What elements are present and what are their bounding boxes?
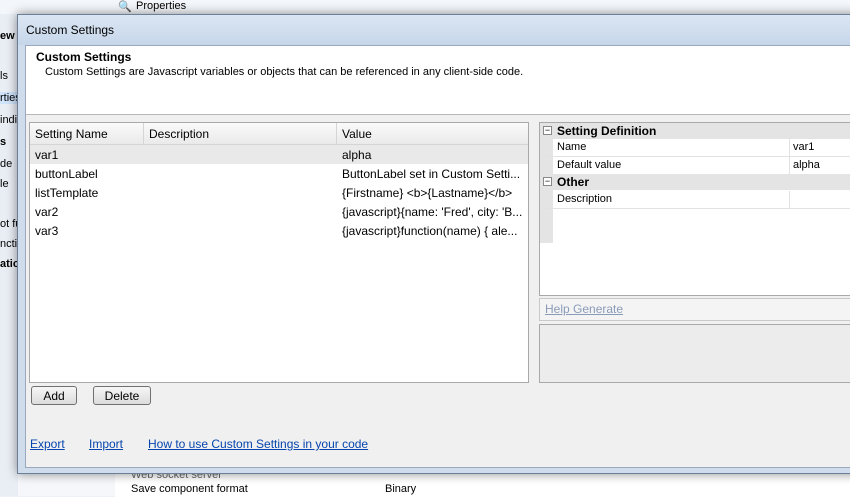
cell-value: {Firstname} <b>{Lastname}</b> [342,186,513,200]
property-row-name[interactable]: Name var1 [540,139,850,157]
property-separator [789,157,790,174]
column-header-value[interactable]: Value [342,127,372,141]
background-properties-bar: 🔍 Properties [0,0,850,14]
background-row-name: Save component format [131,483,248,495]
left-fragment: s [0,136,7,148]
category-title: Setting Definition [557,124,657,138]
column-header-description[interactable]: Description [149,127,209,141]
cell-setting-name: var3 [35,224,59,238]
header-subtitle: Custom Settings are Javascript variables… [45,66,524,78]
property-separator [789,139,790,156]
search-icon: 🔍 [118,1,132,13]
cell-setting-name: buttonLabel [35,167,98,181]
properties-label: Properties [136,0,187,12]
category-other[interactable]: − Other [540,174,850,190]
left-fragment: rties [0,92,18,104]
table-row[interactable]: var3 {javascript}function(name) { ale... [30,221,528,240]
dialog-header: Custom Settings Custom Settings are Java… [26,46,850,115]
help-generate-bar: Help Generate [539,298,850,321]
table-row[interactable]: var1 alpha [30,145,528,164]
dialog-title: Custom Settings [26,23,115,37]
property-key: Name [557,141,587,153]
category-title: Other [557,175,590,189]
property-value[interactable]: alpha [793,159,820,171]
delete-button[interactable]: Delete [93,386,151,405]
settings-grid[interactable]: Setting Name Description Value var1 alph… [29,122,529,383]
property-grid[interactable]: − Setting Definition Name var1 Default v… [539,122,850,296]
background-row-value: Binary [385,483,417,495]
import-link[interactable]: Import [89,437,123,451]
cell-setting-name: var1 [35,148,59,162]
howto-link[interactable]: How to use Custom Settings in your code [148,437,368,451]
left-fragment: atio [0,258,18,270]
category-setting-definition[interactable]: − Setting Definition [540,123,850,139]
grid-header: Setting Name Description Value [30,123,528,145]
cell-setting-name: listTemplate [35,186,99,200]
column-separator[interactable] [336,123,337,144]
left-fragment: ncti [0,238,18,250]
cell-value: alpha [342,148,372,162]
add-button[interactable]: Add [31,386,77,405]
property-value[interactable]: var1 [793,141,814,153]
cell-value: {javascript}{name: 'Fred', city: 'B... [342,205,523,219]
left-fragment: le [0,178,9,190]
column-separator[interactable] [143,123,144,144]
table-row[interactable]: listTemplate {Firstname} <b>{Lastname}</… [30,183,528,202]
left-fragment: ls [0,70,8,82]
header-title: Custom Settings [36,50,132,64]
left-fragment: ot fu [0,218,18,230]
export-link[interactable]: Export [30,437,65,451]
table-row[interactable]: var2 {javascript}{name: 'Fred', city: 'B… [30,202,528,221]
dialog-title-bar[interactable]: Custom Settings [18,15,850,45]
property-separator [789,191,790,208]
dialog-client-area: Custom Settings Custom Settings are Java… [25,45,850,468]
property-key: Default value [557,159,622,171]
column-header-setting-name[interactable]: Setting Name [35,127,108,141]
collapse-icon[interactable]: − [543,177,552,186]
collapse-icon[interactable]: − [543,126,552,135]
help-description-box [539,324,850,383]
left-fragment: ew [0,30,15,42]
left-fragment: indi [0,114,18,126]
background-property-rows: Web socket server Save component format … [115,469,850,497]
property-row-description[interactable]: Description [540,191,850,209]
left-fragment: de [0,158,13,170]
property-row-default-value[interactable]: Default value alpha [540,157,850,175]
property-key: Description [557,193,613,205]
custom-settings-dialog: Custom Settings Custom Settings Custom S… [17,14,850,474]
table-row[interactable]: buttonLabel ButtonLabel set in Custom Se… [30,164,528,183]
cell-value: {javascript}function(name) { ale... [342,224,518,238]
cell-setting-name: var2 [35,205,59,219]
help-generate-link[interactable]: Help Generate [545,302,623,316]
cell-value: ButtonLabel set in Custom Setti... [342,167,521,181]
